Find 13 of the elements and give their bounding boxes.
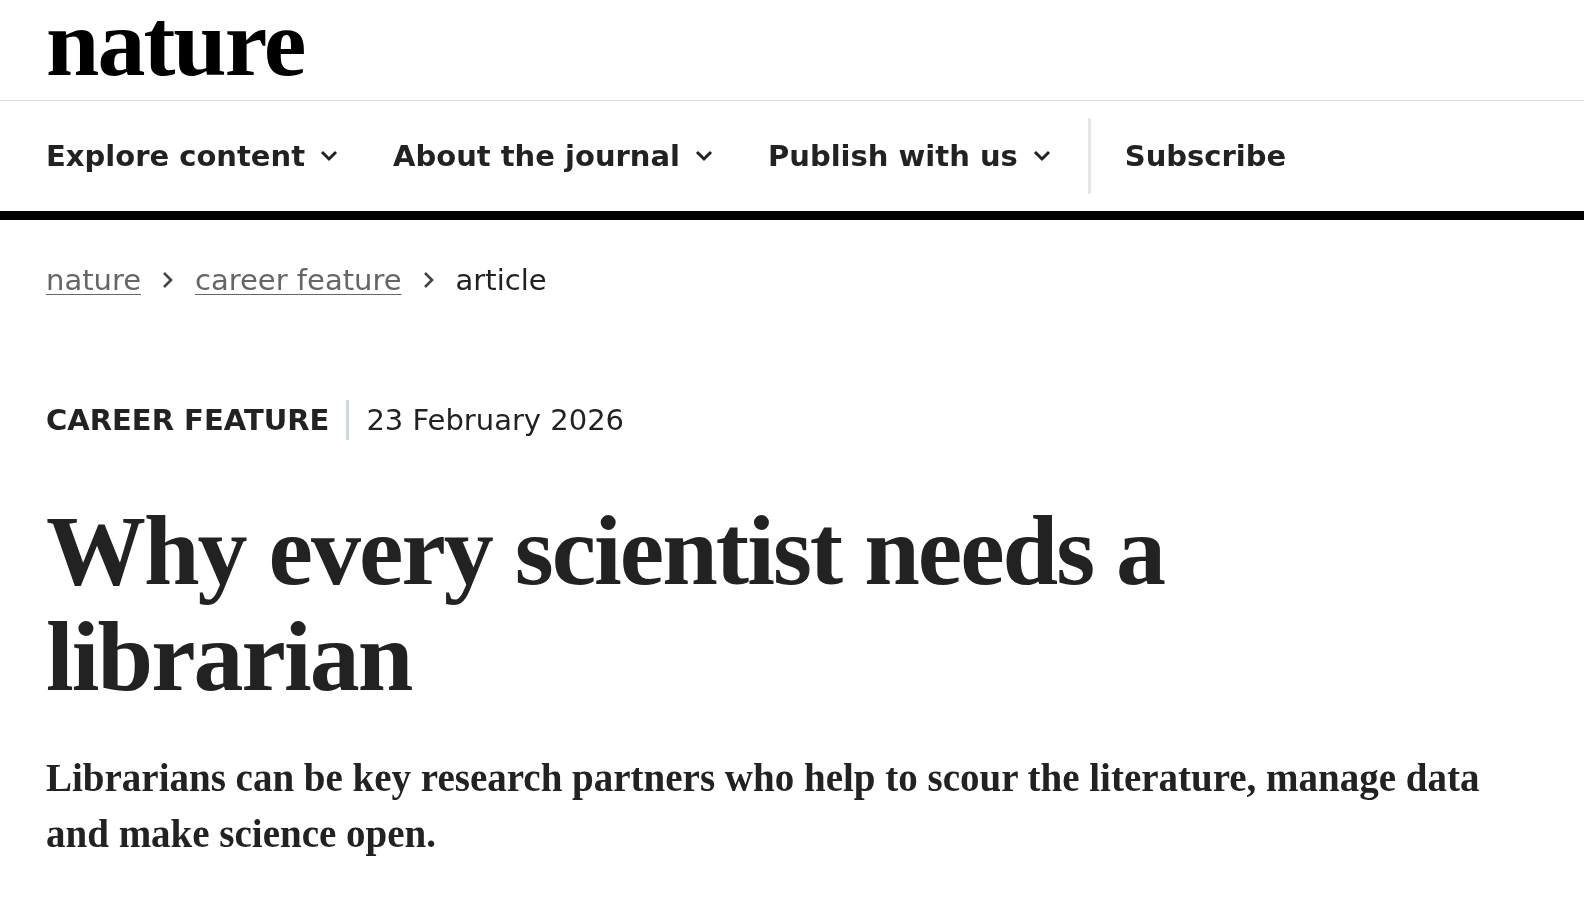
publish-date: 23 February 2026 xyxy=(366,403,625,437)
article-standfirst: Librarians can be key research partners who help to scour the literature, manage data and make science open. xyxy=(46,755,1481,858)
chevron-right-icon xyxy=(421,270,436,290)
subscribe-link[interactable]: Subscribe xyxy=(1124,139,1287,173)
article-type: CAREER FEATURE xyxy=(46,403,330,437)
nav-menu-button[interactable]: Publish with us xyxy=(768,139,1052,173)
breadcrumb-current: article xyxy=(455,263,547,297)
breadcrumb-link[interactable]: career feature xyxy=(195,263,402,297)
breadcrumb-link[interactable]: nature xyxy=(46,263,142,297)
article-title: Why every scientist needs a librarian xyxy=(46,498,1166,710)
nav-menu-button[interactable]: Explore content xyxy=(46,139,339,173)
nature-logo[interactable]: nature xyxy=(46,0,305,91)
nav-menu-button[interactable]: About the journal xyxy=(393,139,714,173)
